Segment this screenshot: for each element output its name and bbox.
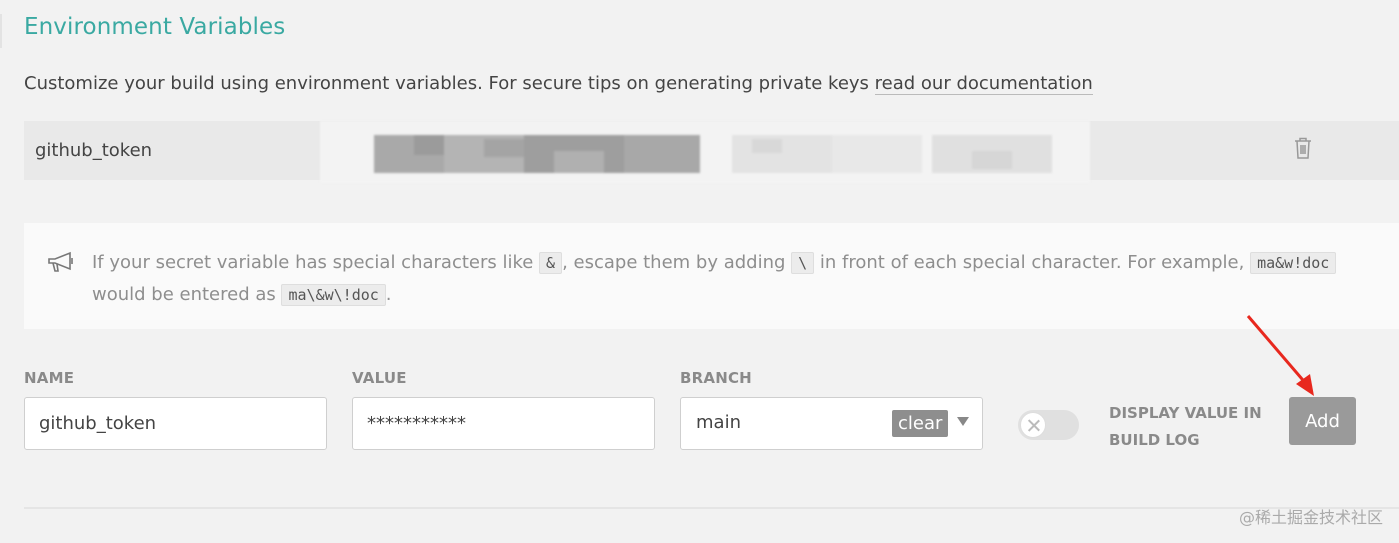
- name-field-wrapper: [24, 397, 327, 450]
- branch-select[interactable]: main clear: [680, 397, 983, 450]
- value-label: VALUE: [352, 369, 407, 387]
- branch-selected-value: main: [696, 412, 741, 433]
- documentation-link[interactable]: read our documentation: [874, 73, 1093, 95]
- env-variable-name: github_token: [35, 140, 153, 161]
- toggle-off-icon: [1020, 412, 1046, 438]
- branch-label: BRANCH: [680, 369, 752, 387]
- env-variable-row: github_token: [24, 121, 1399, 183]
- notice-text: in front of each special character. For …: [814, 252, 1251, 273]
- description-text: Customize your build using environment v…: [24, 73, 875, 94]
- notice-text: .: [385, 284, 392, 305]
- code-example: ma&w!doc: [1250, 252, 1337, 274]
- notice-text: , escape them by adding: [562, 252, 792, 273]
- name-input[interactable]: [25, 398, 326, 449]
- annotation-arrow-icon: [1246, 315, 1314, 396]
- display-value-toggle[interactable]: [1018, 410, 1079, 440]
- environment-variables-page: Environment Variables Customize your bui…: [0, 0, 1399, 543]
- add-button[interactable]: Add: [1289, 397, 1356, 445]
- notice-message: If your secret variable has special char…: [92, 247, 1382, 311]
- section-divider: [24, 507, 1399, 509]
- megaphone-icon: [48, 251, 73, 272]
- special-characters-notice: If your secret variable has special char…: [24, 223, 1399, 329]
- clear-branch-button[interactable]: clear: [892, 410, 949, 437]
- env-variable-value-redacted: [320, 121, 1090, 183]
- notice-text: would be entered as: [92, 284, 282, 305]
- value-field-wrapper: [352, 397, 655, 450]
- code-ampersand: &: [539, 252, 563, 274]
- value-input[interactable]: [353, 398, 654, 449]
- name-label: NAME: [24, 369, 75, 387]
- chevron-down-icon[interactable]: [957, 417, 969, 426]
- code-backslash: \: [791, 252, 815, 274]
- display-value-label: DISPLAY VALUE IN BUILD LOG: [1109, 404, 1262, 449]
- notice-text: If your secret variable has special char…: [92, 252, 540, 273]
- section-title: Environment Variables: [24, 14, 286, 40]
- watermark: @稀土掘金技术社区: [1238, 508, 1383, 527]
- code-escaped-example: ma\&w\!doc: [281, 284, 386, 306]
- left-divider: [0, 14, 2, 48]
- trash-icon[interactable]: [1293, 136, 1313, 160]
- section-description: Customize your build using environment v…: [24, 73, 1093, 95]
